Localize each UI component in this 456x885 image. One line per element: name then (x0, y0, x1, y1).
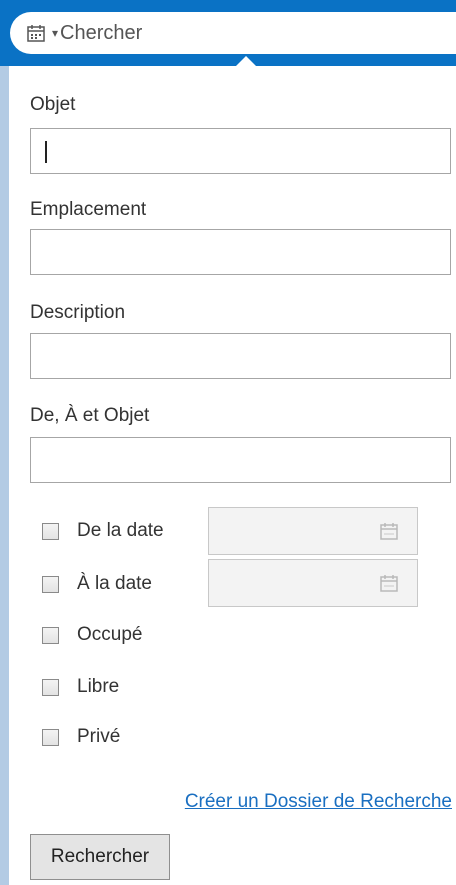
description-label: Description (30, 302, 126, 323)
calendar-icon[interactable] (379, 573, 399, 593)
to-date-label[interactable]: À la date (77, 573, 152, 595)
free-label[interactable]: Libre (77, 676, 119, 698)
create-search-folder-link[interactable]: Créer un Dossier de Recherche (185, 791, 452, 813)
description-input[interactable] (30, 333, 451, 379)
from-to-subject-label: De, À et Objet (30, 405, 150, 426)
free-checkbox[interactable] (42, 678, 59, 696)
subject-label: Objet (30, 94, 76, 115)
busy-option[interactable]: Occupé (42, 624, 142, 646)
private-checkbox[interactable] (42, 728, 59, 746)
from-date-picker[interactable] (208, 507, 418, 555)
calendar-icon[interactable] (379, 521, 399, 541)
search-button[interactable]: Rechercher (30, 834, 170, 880)
busy-checkbox[interactable] (42, 626, 59, 644)
from-date-checkbox[interactable] (42, 522, 59, 540)
from-date-label[interactable]: De la date (77, 520, 164, 542)
location-label: Emplacement (30, 199, 147, 220)
top-search-bar: ▾ Chercher (0, 0, 456, 66)
panel-pointer (236, 56, 256, 66)
free-option[interactable]: Libre (42, 676, 119, 698)
private-label[interactable]: Privé (77, 726, 120, 748)
from-date-option[interactable]: De la date (42, 520, 164, 542)
from-to-subject-input[interactable] (30, 437, 451, 483)
private-option[interactable]: Privé (42, 726, 120, 748)
text-cursor (45, 141, 47, 163)
to-date-checkbox[interactable] (42, 575, 59, 593)
location-input[interactable] (30, 229, 451, 275)
left-side-strip (0, 0, 9, 885)
scope-dropdown-caret[interactable]: ▾ (52, 26, 58, 40)
search-placeholder[interactable]: Chercher (60, 22, 142, 45)
subject-input[interactable] (30, 128, 451, 174)
to-date-picker[interactable] (208, 559, 418, 607)
busy-label[interactable]: Occupé (77, 624, 142, 646)
to-date-option[interactable]: À la date (42, 573, 152, 595)
search-box[interactable]: ▾ Chercher (10, 12, 456, 54)
calendar-icon[interactable] (26, 23, 46, 43)
